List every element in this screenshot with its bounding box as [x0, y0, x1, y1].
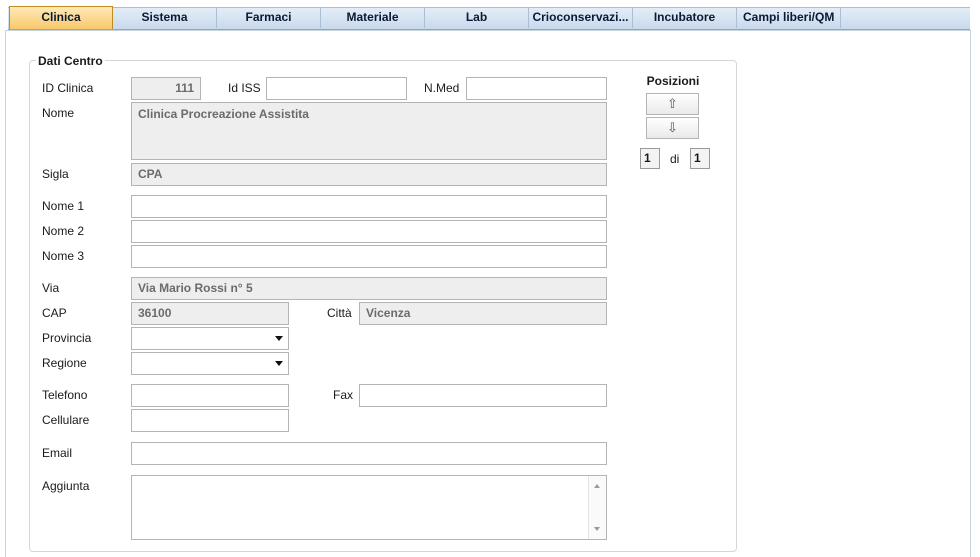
nome3-label: Nome 3 — [42, 249, 85, 263]
tab-crioconservazione[interactable]: Crioconservazi... — [529, 7, 633, 28]
nome2-field[interactable] — [131, 220, 607, 243]
scroll-down-icon[interactable] — [594, 527, 600, 531]
cellulare-label: Cellulare — [42, 413, 90, 427]
provincia-label: Provincia — [42, 331, 92, 345]
aggiunta-label: Aggiunta — [42, 479, 90, 493]
provincia-select[interactable] — [131, 327, 289, 350]
nome-label: Nome — [42, 106, 75, 120]
tab-sistema[interactable]: Sistema — [113, 7, 217, 28]
nome-field[interactable]: Clinica Procreazione Assistita — [131, 102, 607, 160]
chevron-down-icon — [275, 361, 283, 366]
n-med-field[interactable] — [466, 77, 607, 100]
posizioni-title: Posizioni — [646, 74, 700, 88]
tab-materiale[interactable]: Materiale — [321, 7, 425, 28]
tab-campi-liberi[interactable]: Campi liberi/QM — [737, 7, 841, 28]
via-label: Via — [42, 281, 60, 295]
sigla-field[interactable]: CPA — [131, 163, 607, 186]
fax-label: Fax — [333, 388, 354, 402]
nome1-field[interactable] — [131, 195, 607, 218]
fax-field[interactable] — [359, 384, 607, 407]
nome1-label: Nome 1 — [42, 199, 85, 213]
citta-label: Città — [327, 306, 352, 320]
chevron-down-icon — [275, 336, 283, 341]
regione-label: Regione — [42, 356, 87, 370]
aggiunta-textarea[interactable] — [131, 475, 607, 540]
nome2-label: Nome 2 — [42, 224, 85, 238]
group-title: Dati Centro — [36, 54, 105, 68]
move-down-button[interactable]: ⇩ — [646, 117, 699, 139]
tab-clinica[interactable]: Clinica — [9, 6, 113, 29]
email-label: Email — [42, 446, 73, 460]
id-clinica-label: ID Clinica — [42, 81, 94, 95]
cellulare-field[interactable] — [131, 409, 289, 432]
tab-incubatore[interactable]: Incubatore — [633, 7, 737, 28]
nome3-field[interactable] — [131, 245, 607, 268]
position-total-field: 1 — [690, 148, 710, 169]
id-clinica-field[interactable]: 111 — [131, 77, 201, 100]
email-field[interactable] — [131, 442, 607, 465]
cap-field[interactable]: 36100 — [131, 302, 289, 325]
n-med-label: N.Med — [424, 81, 460, 95]
citta-field[interactable]: Vicenza — [359, 302, 607, 325]
telefono-label: Telefono — [42, 388, 88, 402]
via-field[interactable]: Via Mario Rossi n° 5 — [131, 277, 607, 300]
aggiunta-scrollbar[interactable] — [588, 476, 606, 539]
arrow-down-icon: ⇩ — [667, 120, 678, 135]
tab-lab[interactable]: Lab — [425, 7, 529, 28]
id-iss-field[interactable] — [266, 77, 407, 100]
scroll-up-icon[interactable] — [594, 484, 600, 488]
id-iss-label: Id ISS — [228, 81, 261, 95]
move-up-button[interactable]: ⇧ — [646, 93, 699, 115]
cap-label: CAP — [42, 306, 67, 320]
position-of-label: di — [670, 152, 680, 166]
arrow-up-icon: ⇧ — [667, 96, 678, 111]
sigla-label: Sigla — [42, 167, 69, 181]
tab-farmaci[interactable]: Farmaci — [217, 7, 321, 28]
telefono-field[interactable] — [131, 384, 289, 407]
regione-select[interactable] — [131, 352, 289, 375]
position-current-field[interactable]: 1 — [640, 148, 660, 169]
